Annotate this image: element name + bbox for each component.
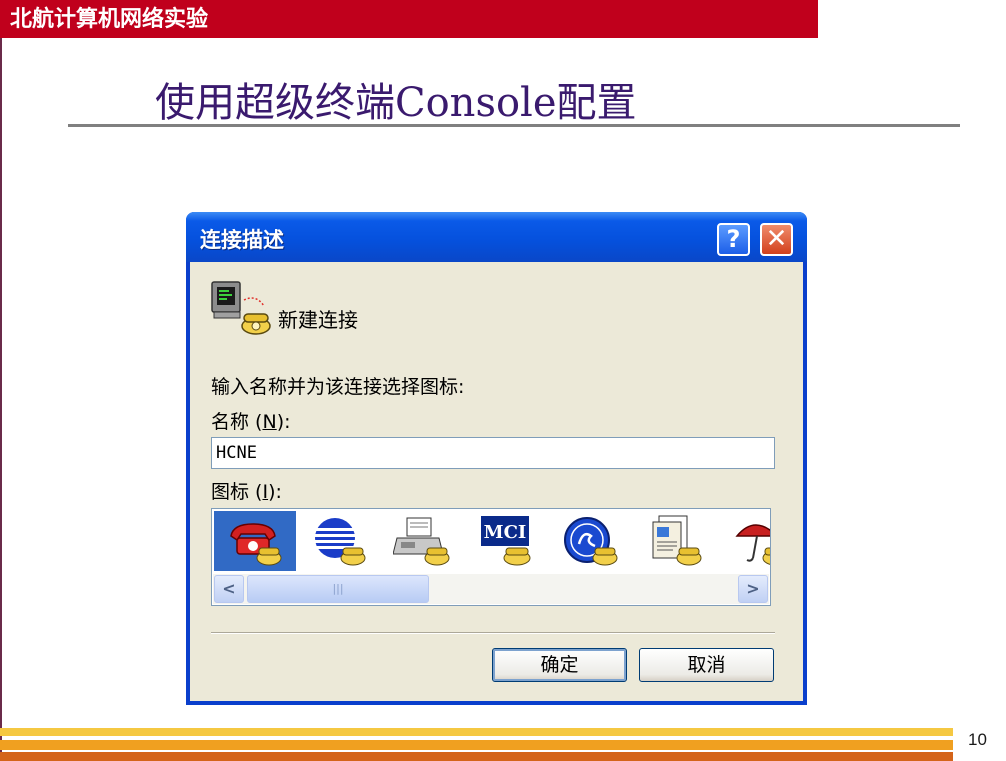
name-label: 名称 (N): bbox=[211, 411, 291, 433]
name-label-text: 名称 bbox=[211, 411, 250, 433]
page-number: 10 bbox=[968, 730, 987, 749]
icon-hotkey: I bbox=[262, 481, 269, 503]
new-connection-icon bbox=[211, 281, 271, 335]
icon-label-text: 图标 bbox=[211, 481, 250, 503]
red-phone-icon bbox=[230, 523, 282, 566]
footer-stripe bbox=[0, 752, 953, 761]
connection-description-dialog: 连接描述 ? ✕ 新建连接 输入名称并为该连接选择图标: 名称 (N): 图标 … bbox=[186, 212, 807, 705]
slide-title: 使用超级终端Console配置 bbox=[155, 80, 637, 126]
cancel-button[interactable]: 取消 bbox=[639, 648, 774, 682]
document-icon bbox=[652, 515, 702, 566]
icon-option-blue-globe[interactable] bbox=[298, 511, 380, 571]
close-button[interactable]: ✕ bbox=[760, 223, 793, 256]
slide-header: 北航计算机网络实验 bbox=[0, 0, 818, 38]
mci-icon: MCI bbox=[481, 516, 531, 566]
connection-name-text: 新建连接 bbox=[278, 308, 358, 332]
ok-button[interactable]: 确定 bbox=[492, 648, 627, 682]
name-field[interactable] bbox=[211, 437, 775, 469]
name-prompt: 输入名称并为该连接选择图标: bbox=[211, 376, 465, 398]
title-divider bbox=[68, 124, 960, 127]
icon-option-document[interactable] bbox=[634, 511, 716, 571]
slide-border bbox=[0, 0, 2, 761]
icon-option-ge[interactable] bbox=[550, 511, 632, 571]
umbrella-icon bbox=[735, 524, 770, 565]
scroll-left-button[interactable]: < bbox=[214, 575, 244, 603]
icon-list[interactable]: MCI < ||| > bbox=[211, 508, 771, 606]
footer-stripe bbox=[0, 740, 953, 750]
icon-list-scrollbar[interactable]: < ||| > bbox=[213, 574, 769, 604]
scroll-thumb[interactable]: ||| bbox=[247, 575, 429, 603]
mci-logo-text: MCI bbox=[484, 522, 527, 543]
icon-option-umbrella[interactable] bbox=[718, 511, 770, 571]
icon-option-fax[interactable] bbox=[382, 511, 464, 571]
ge-icon bbox=[564, 517, 618, 566]
scroll-right-button[interactable]: > bbox=[738, 575, 768, 603]
dialog-titlebar[interactable]: 连接描述 ? ✕ bbox=[186, 212, 807, 262]
dialog-title: 连接描述 bbox=[200, 228, 284, 252]
help-button[interactable]: ? bbox=[717, 223, 750, 256]
blue-globe-icon bbox=[315, 518, 366, 566]
icon-option-mci[interactable]: MCI bbox=[466, 511, 548, 571]
dialog-separator bbox=[211, 632, 775, 634]
icon-option-red-phone[interactable] bbox=[214, 511, 296, 571]
dialog-body: 新建连接 输入名称并为该连接选择图标: 名称 (N): 图标 (I): bbox=[190, 262, 803, 701]
footer-stripe bbox=[0, 728, 953, 736]
name-hotkey: N bbox=[262, 411, 277, 433]
fax-icon bbox=[393, 517, 450, 566]
icon-label: 图标 (I): bbox=[211, 481, 282, 503]
